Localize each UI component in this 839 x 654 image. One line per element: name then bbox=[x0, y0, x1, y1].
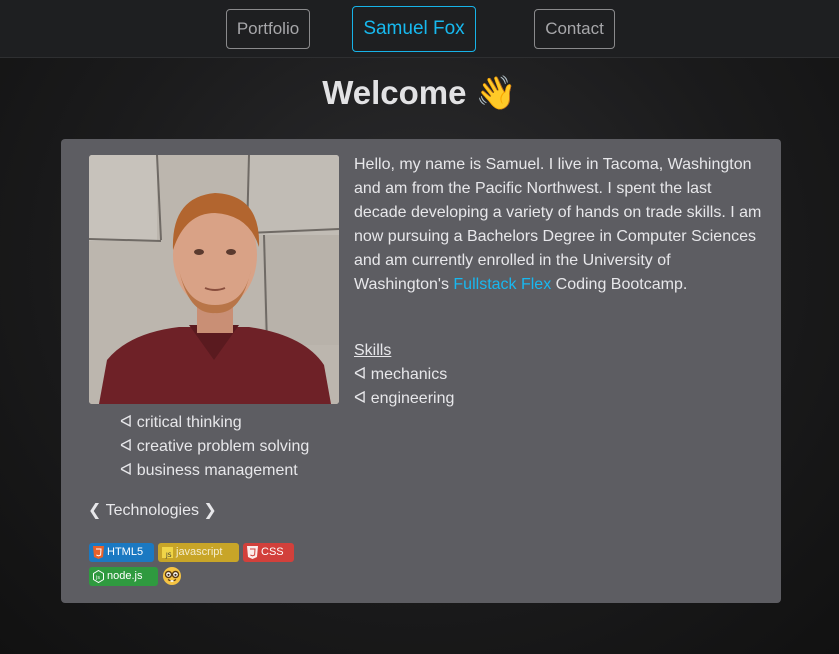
technologies-heading: ❮ Technologies ❯ bbox=[88, 502, 217, 519]
badge-css: CSS bbox=[243, 543, 294, 562]
fullstack-flex-link[interactable]: Fullstack Flex bbox=[453, 276, 551, 293]
navbar: Portfolio Samuel Fox Contact bbox=[0, 0, 839, 58]
skills-heading: Skills bbox=[354, 342, 392, 359]
javascript-icon: JS bbox=[162, 547, 173, 559]
about-card: Hello, my name is Samuel. I live in Taco… bbox=[61, 139, 781, 603]
bio-text-end: Coding Bootcamp. bbox=[551, 276, 688, 293]
bio-text: Hello, my name is Samuel. I live in Taco… bbox=[354, 156, 762, 293]
page-title: Welcome 👋 bbox=[322, 74, 517, 111]
html5-icon bbox=[93, 546, 104, 559]
badge-nodejs: js node.js bbox=[89, 567, 158, 586]
css3-icon bbox=[247, 546, 258, 559]
badge-label: CSS bbox=[261, 546, 284, 558]
nav-contact-button[interactable]: Contact bbox=[534, 9, 615, 49]
nerd-face-icon bbox=[162, 566, 182, 586]
badge-label: javascript bbox=[176, 546, 223, 558]
skill-item: ᐊ business management bbox=[120, 462, 298, 479]
badge-label: HTML5 bbox=[107, 546, 144, 558]
skill-item: ᐊ mechanics bbox=[354, 366, 448, 383]
svg-text:JS: JS bbox=[165, 552, 172, 559]
skill-item: ᐊ engineering bbox=[354, 390, 455, 407]
skill-item: ᐊ critical thinking bbox=[120, 414, 242, 431]
badge-html5: HTML5 bbox=[89, 543, 154, 562]
profile-photo bbox=[89, 155, 339, 404]
badge-javascript: JS javascript bbox=[158, 543, 239, 562]
nav-home-button[interactable]: Samuel Fox bbox=[352, 6, 476, 52]
badge-label: node.js bbox=[107, 570, 143, 582]
bio-paragraph: Hello, my name is Samuel. I live in Taco… bbox=[354, 153, 764, 297]
skill-item: ᐊ creative problem solving bbox=[120, 438, 310, 455]
svg-text:js: js bbox=[95, 575, 100, 581]
nav-portfolio-button[interactable]: Portfolio bbox=[226, 9, 310, 49]
nodejs-icon: js bbox=[93, 570, 104, 583]
